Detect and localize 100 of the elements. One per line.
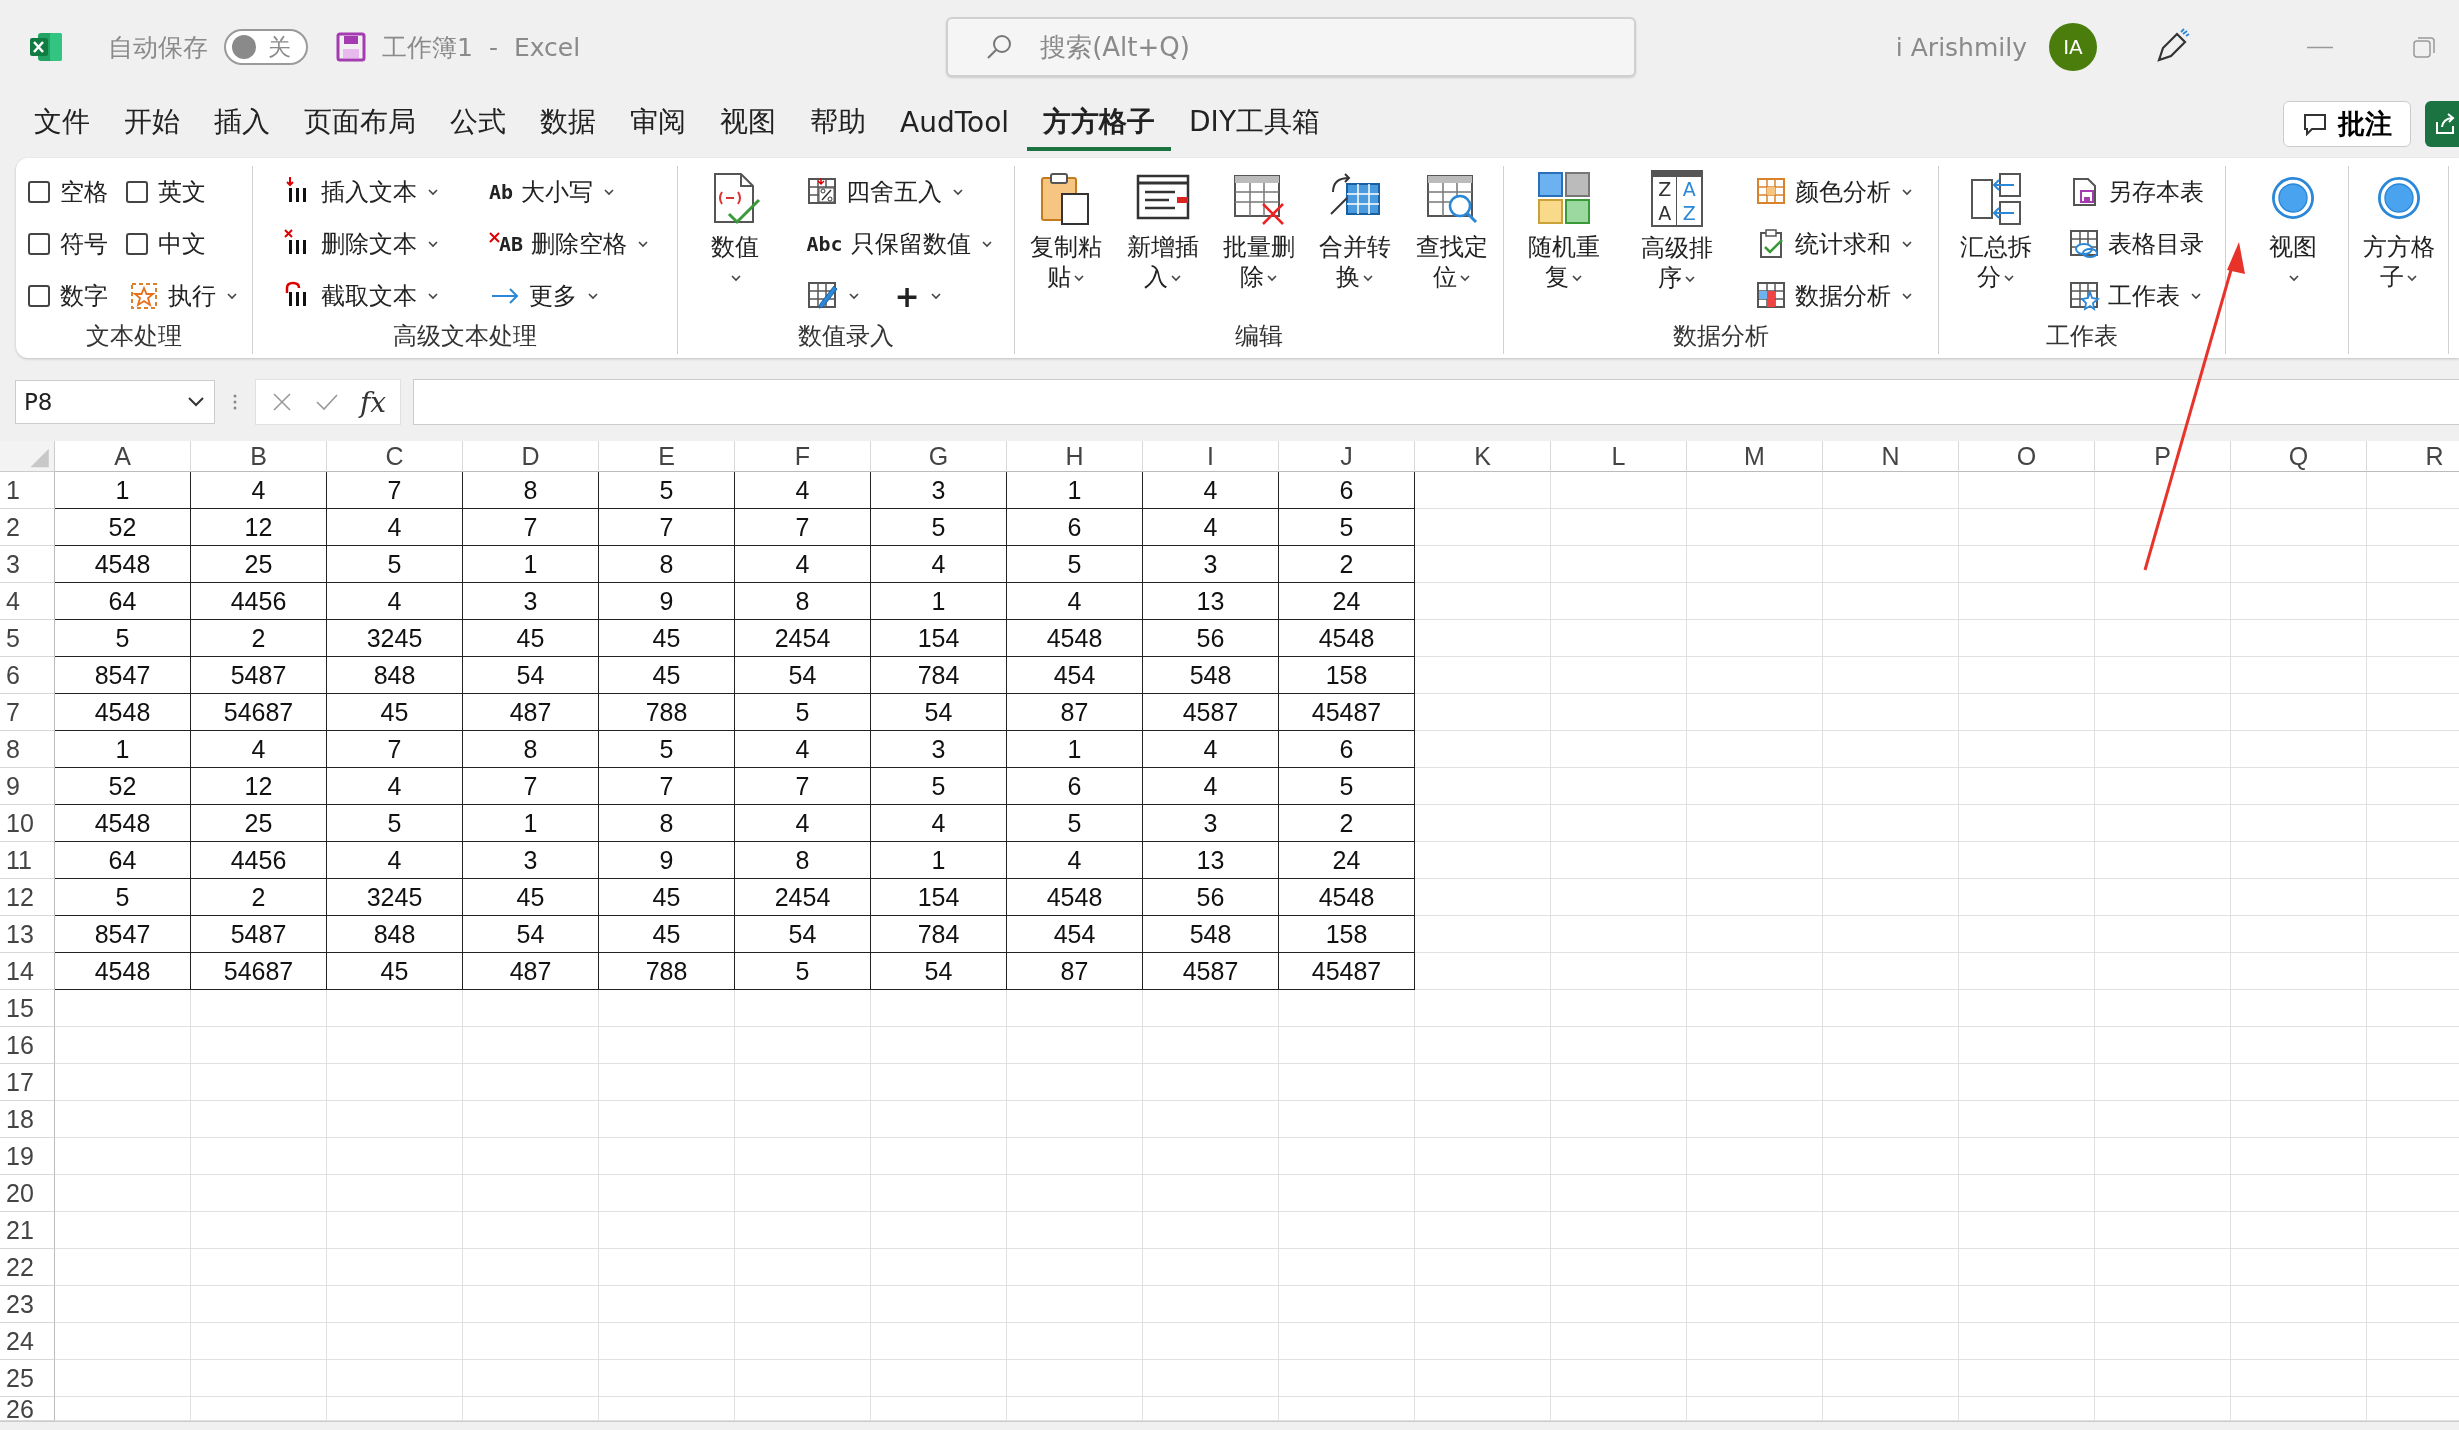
row-header[interactable]: 1 xyxy=(0,472,55,509)
column-header[interactable]: F xyxy=(735,441,871,472)
checkbox[interactable]: 空格 xyxy=(28,168,108,216)
insert-function-button[interactable]: fx xyxy=(360,385,387,419)
table-cell: 2 xyxy=(191,879,327,916)
table-cell: 5 xyxy=(1007,546,1143,583)
ribbon-button[interactable]: 数值 xyxy=(697,166,772,292)
menu-tab[interactable]: 方方格子 xyxy=(1027,97,1172,151)
row-header[interactable]: 3 xyxy=(0,546,55,583)
column-header[interactable]: G xyxy=(871,441,1007,472)
row-header[interactable]: 20 xyxy=(0,1175,55,1212)
ribbon-button[interactable]: 表格目录 xyxy=(2065,220,2206,268)
column-header[interactable]: J xyxy=(1279,441,1415,472)
ribbon-button[interactable]: 视图 xyxy=(2256,166,2331,292)
menu-tab[interactable]: 数据 xyxy=(524,97,612,151)
comment-button[interactable]: 批注 xyxy=(2283,101,2411,147)
checkbox[interactable]: 英文 xyxy=(126,168,240,216)
ribbon-button[interactable]: 数据分析 xyxy=(1753,272,1916,320)
menu-tab[interactable]: AudTool xyxy=(884,99,1026,149)
column-header[interactable]: O xyxy=(1959,441,2095,472)
row-header[interactable]: 24 xyxy=(0,1323,55,1360)
menu-tab[interactable]: 开始 xyxy=(108,97,196,151)
menu-tab[interactable]: 插入 xyxy=(198,97,286,151)
name-box[interactable]: P8 xyxy=(15,380,215,424)
menu-tab[interactable]: DIY工具箱 xyxy=(1173,97,1336,151)
column-header[interactable]: A xyxy=(55,441,191,472)
menu-tab[interactable]: 公式 xyxy=(434,97,522,151)
row-header[interactable]: 11 xyxy=(0,842,55,879)
checkbox[interactable]: 中文 xyxy=(126,220,240,268)
column-header[interactable]: P xyxy=(2095,441,2231,472)
ribbon-button[interactable]: 统计求和 xyxy=(1753,220,1916,268)
column-header[interactable]: L xyxy=(1551,441,1687,472)
avatar[interactable]: IA xyxy=(2049,23,2097,71)
column-header[interactable]: I xyxy=(1143,441,1279,472)
column-header[interactable]: E xyxy=(599,441,735,472)
column-header[interactable]: H xyxy=(1007,441,1143,472)
ribbon-button[interactable]: 另存本表 xyxy=(2065,168,2206,216)
ribbon-button[interactable]: 随机重复 xyxy=(1526,166,1601,292)
checkbox[interactable]: 数字 xyxy=(28,272,108,320)
row-header[interactable]: 5 xyxy=(0,620,55,657)
column-header[interactable]: M xyxy=(1687,441,1823,472)
ribbon-button[interactable]: 汇总拆分 xyxy=(1958,166,2033,292)
ribbon-button[interactable]: 四舍五入 xyxy=(804,168,995,216)
row-header[interactable]: 12 xyxy=(0,879,55,916)
search-field[interactable]: 搜索(Alt+Q) xyxy=(946,17,1637,77)
menu-tab[interactable]: 审阅 xyxy=(614,97,702,151)
table-cell: 548 xyxy=(1143,916,1279,953)
ribbon-button[interactable]: 方方格子 xyxy=(2361,166,2436,292)
column-header[interactable]: B xyxy=(191,441,327,472)
row-header[interactable]: 25 xyxy=(0,1360,55,1397)
row-header[interactable]: 23 xyxy=(0,1286,55,1323)
ribbon-button[interactable]: 工作表 xyxy=(2065,272,2206,320)
ribbon-button[interactable]: 查找定位 xyxy=(1414,166,1489,292)
table-cell: 848 xyxy=(327,657,463,694)
ribbon-button[interactable]: 更多 xyxy=(486,272,651,320)
menu-tab[interactable]: 帮助 xyxy=(794,97,882,151)
column-header[interactable]: K xyxy=(1415,441,1551,472)
row-header[interactable]: 18 xyxy=(0,1101,55,1138)
ribbon-button[interactable]: Abc 只保留数值 xyxy=(804,220,995,268)
menu-tab[interactable]: 视图 xyxy=(704,97,792,151)
ribbon-button[interactable]: 插入文本 xyxy=(278,168,441,216)
add-button[interactable]: + xyxy=(892,272,944,320)
ribbon-button[interactable]: Ab 大小写 xyxy=(486,168,651,216)
column-header[interactable]: N xyxy=(1823,441,1959,472)
row-header[interactable]: 7 xyxy=(0,694,55,731)
ribbon-button[interactable]: 执行 xyxy=(126,272,240,320)
row-header[interactable]: 9 xyxy=(0,768,55,805)
ribbon-button[interactable]: 复制粘贴 xyxy=(1029,166,1104,292)
checkbox[interactable]: 符号 xyxy=(28,220,108,268)
row-header[interactable]: 16 xyxy=(0,1027,55,1064)
row-header[interactable]: 14 xyxy=(0,953,55,990)
column-header[interactable]: D xyxy=(463,441,599,472)
ribbon-button[interactable]: 截取文本 xyxy=(278,272,441,320)
row-header[interactable]: 15 xyxy=(0,990,55,1027)
row-header[interactable]: 19 xyxy=(0,1138,55,1175)
ribbon-button[interactable]: 合并转换 xyxy=(1318,166,1393,292)
ribbon-button[interactable]: 新增插入 xyxy=(1125,166,1200,292)
table-cell: 6 xyxy=(1007,768,1143,805)
table-cell: 8547 xyxy=(55,657,191,694)
column-header[interactable]: C xyxy=(327,441,463,472)
table-cell: 548 xyxy=(1143,657,1279,694)
ribbon-button[interactable]: 批量删除 xyxy=(1221,166,1297,292)
row-header[interactable]: 6 xyxy=(0,657,55,694)
table-cell: 788 xyxy=(599,953,735,990)
column-header[interactable]: Q xyxy=(2231,441,2367,472)
row-header[interactable]: 21 xyxy=(0,1212,55,1249)
ribbon-button[interactable]: 删除文本 xyxy=(278,220,441,268)
row-header[interactable]: 10 xyxy=(0,805,55,842)
row-header[interactable]: 13 xyxy=(0,916,55,953)
ribbon-button[interactable]: 颜色分析 xyxy=(1753,168,1916,216)
row-header[interactable]: 4 xyxy=(0,583,55,620)
menu-tab[interactable]: 页面布局 xyxy=(288,97,432,151)
menu-tab[interactable]: 文件 xyxy=(22,97,106,151)
row-header[interactable]: 17 xyxy=(0,1064,55,1101)
ribbon-button[interactable]: AB 删除空格 xyxy=(486,220,651,268)
formula-input[interactable] xyxy=(413,379,2459,425)
row-header[interactable]: 8 xyxy=(0,731,55,768)
ribbon-button[interactable]: Z A A Z 高级排序 xyxy=(1640,166,1715,293)
row-header[interactable]: 2 xyxy=(0,509,55,546)
row-header[interactable]: 22 xyxy=(0,1249,55,1286)
